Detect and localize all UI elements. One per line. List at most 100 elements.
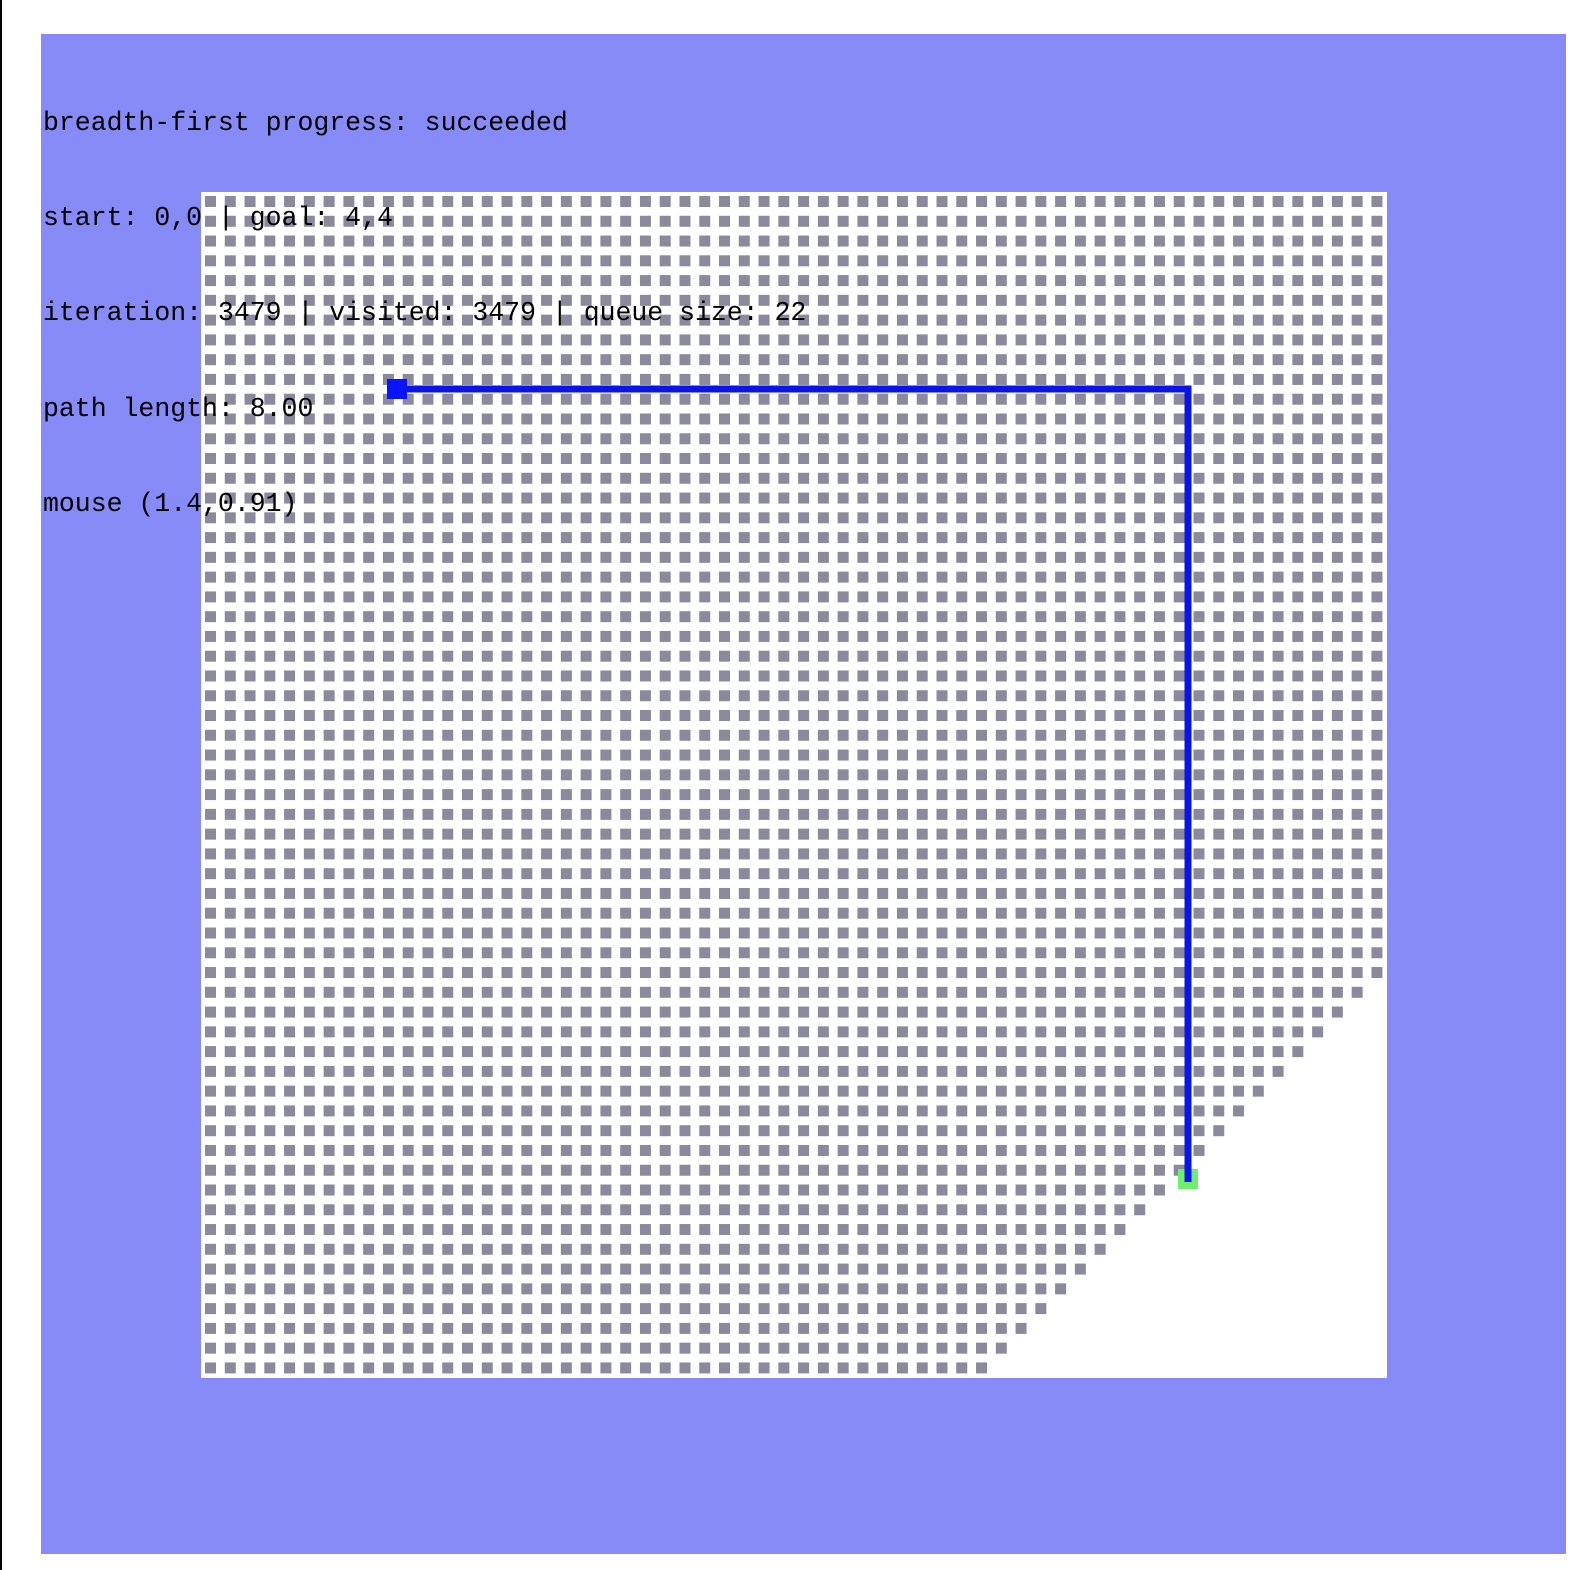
visited-cell (343, 512, 355, 524)
visited-cell (639, 808, 651, 820)
visited-cell (1272, 512, 1284, 524)
visited-cell (1035, 1303, 1047, 1315)
visited-cell (1015, 947, 1027, 959)
visited-cell (284, 512, 296, 524)
visited-cell (382, 1243, 394, 1255)
visited-cell (303, 1065, 315, 1077)
visited-cell (798, 887, 810, 899)
visited-cell (877, 453, 889, 465)
visited-cell (857, 492, 869, 504)
visited-cell (679, 294, 691, 306)
visited-cell (896, 196, 908, 207)
visited-cell (382, 1065, 394, 1077)
visited-cell (1153, 611, 1165, 623)
visited-cell (659, 492, 671, 504)
visited-cell (659, 1026, 671, 1038)
visited-cell (639, 275, 651, 287)
canvas-svg[interactable] (41, 34, 1566, 1554)
visited-cell (837, 334, 849, 346)
visited-cell (422, 1184, 434, 1196)
visited-cell (679, 690, 691, 702)
visited-cell (719, 967, 731, 979)
visited-cell (244, 630, 256, 642)
visited-cell (1233, 769, 1245, 781)
visited-cell (758, 215, 770, 227)
visited-cell (995, 314, 1007, 326)
visited-cell (224, 1243, 236, 1255)
visited-cell (877, 413, 889, 425)
visited-cell (264, 196, 276, 207)
visited-cell (1074, 1263, 1086, 1275)
visited-cell (798, 275, 810, 287)
visited-cell (798, 1243, 810, 1255)
visited-cell (224, 1105, 236, 1117)
visited-cell (521, 868, 533, 880)
visited-cell (1292, 393, 1304, 405)
visited-cell (916, 275, 928, 287)
start-marker-icon[interactable] (387, 379, 407, 399)
visited-cell (244, 907, 256, 919)
visited-cell (758, 630, 770, 642)
visited-cell (936, 1046, 948, 1058)
visited-cell (620, 413, 632, 425)
visited-cell (639, 532, 651, 544)
visited-cell (817, 907, 829, 919)
visited-cell (303, 630, 315, 642)
visited-cell (1094, 808, 1106, 820)
visited-cell (1114, 413, 1126, 425)
visited-cell (738, 1065, 750, 1077)
visited-cell (1134, 1046, 1146, 1058)
visited-cell (1272, 413, 1284, 425)
visited-cell (1153, 670, 1165, 682)
visited-cell (402, 1125, 414, 1137)
visited-cell (620, 1046, 632, 1058)
visited-cell (679, 492, 691, 504)
visited-cell (956, 373, 968, 385)
visited-cell (402, 512, 414, 524)
visited-cell (916, 1125, 928, 1137)
visited-cell (1252, 986, 1264, 998)
visited-cell (462, 611, 474, 623)
visited-cell (244, 1105, 256, 1117)
visited-cell (284, 393, 296, 405)
visited-cell (936, 630, 948, 642)
visited-cell (817, 1144, 829, 1156)
visited-cell (719, 532, 731, 544)
search-canvas[interactable] (41, 34, 1566, 1554)
visited-cell (877, 472, 889, 484)
visited-cell (541, 749, 553, 761)
visited-cell (422, 453, 434, 465)
visited-cell (758, 1164, 770, 1176)
visited-cell (1193, 1144, 1205, 1156)
visited-cell (896, 275, 908, 287)
visited-cell (1055, 907, 1067, 919)
visited-cell (1094, 1125, 1106, 1137)
visited-cell (699, 275, 711, 287)
visited-cell (976, 1224, 988, 1236)
visited-cell (936, 868, 948, 880)
visited-cell (264, 472, 276, 484)
visited-cell (916, 1184, 928, 1196)
visited-cell (916, 1362, 928, 1374)
visited-cell (936, 512, 948, 524)
visited-cell (541, 1046, 553, 1058)
visited-cell (343, 848, 355, 860)
visited-cell (284, 472, 296, 484)
visited-cell (936, 413, 948, 425)
visited-cell (442, 1125, 454, 1137)
visited-cell (639, 611, 651, 623)
visited-cell (679, 887, 691, 899)
visited-cell (679, 413, 691, 425)
visited-cell (620, 1342, 632, 1354)
visited-cell (501, 1144, 513, 1156)
visited-cell (1252, 907, 1264, 919)
visited-cell (501, 1105, 513, 1117)
visited-cell (481, 907, 493, 919)
visited-cell (1055, 512, 1067, 524)
visited-cell (303, 1105, 315, 1117)
visited-cell (1292, 591, 1304, 603)
visited-cell (1114, 690, 1126, 702)
visited-cell (205, 828, 216, 840)
visited-cell (738, 433, 750, 445)
visited-cell (837, 354, 849, 366)
